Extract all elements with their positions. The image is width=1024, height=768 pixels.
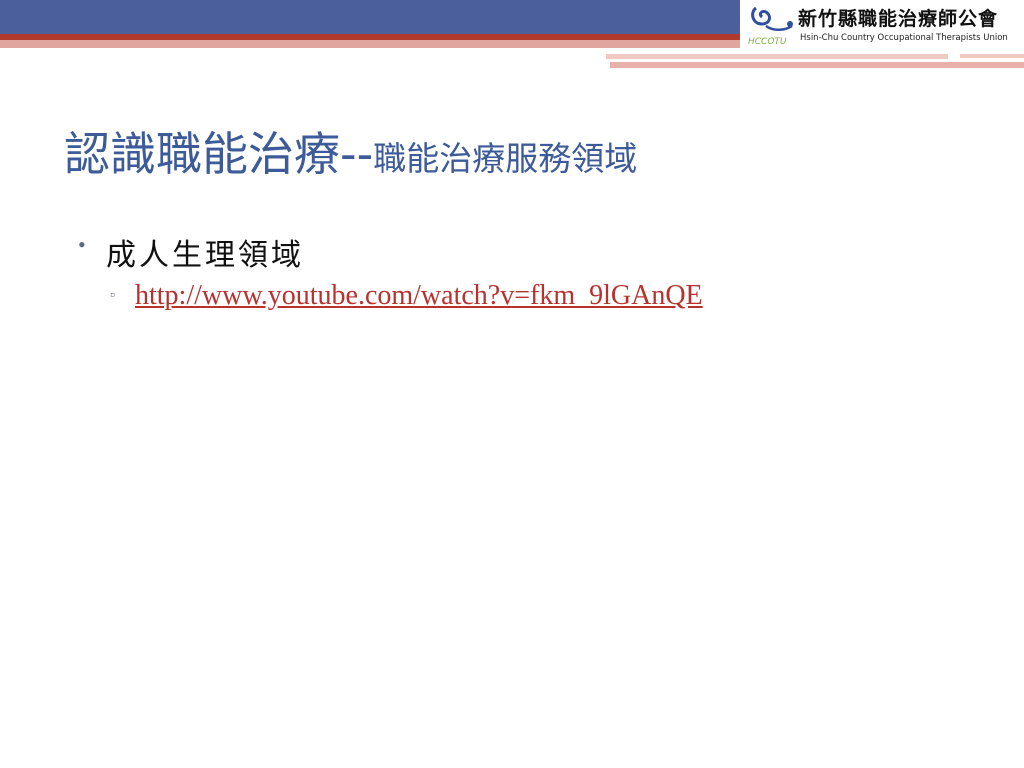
slide-header-decoration: HCCOTU 新竹縣職能治療師公會 Hsin-Chu Country Occup… [0, 0, 1024, 72]
union-logo-icon: HCCOTU [748, 6, 793, 47]
union-name-english: Hsin-Chu Country Occupational Therapists… [800, 33, 1008, 43]
union-name-chinese: 新竹縣職能治療師公會 [798, 8, 999, 30]
svg-text:HCCOTU: HCCOTU [748, 37, 787, 47]
square-bullet-icon: ▫ [110, 288, 115, 303]
sub-bullet-item: ▫ http://www.youtube.com/watch?v=fkm_9lG… [78, 280, 978, 320]
header-pink-stripe [610, 62, 1024, 68]
slide-content: • 成人生理領域 ▫ http://www.youtube.com/watch?… [78, 230, 978, 320]
slide-title-sub: 職能治療服務領域 [373, 139, 638, 178]
youtube-link[interactable]: http://www.youtube.com/watch?v=fkm_9lGAn… [135, 280, 703, 312]
slide-title-main: 認識職能治療-- [64, 127, 374, 181]
header-pink-stripe [960, 54, 1024, 58]
header-red-light-band [0, 40, 740, 48]
union-logo: HCCOTU 新竹縣職能治療師公會 Hsin-Chu Country Occup… [742, 0, 1024, 50]
bullet-dot-icon: • [78, 232, 86, 257]
header-blue-band [0, 0, 740, 34]
header-pink-stripe [606, 54, 948, 59]
bullet-item: • 成人生理領域 [78, 230, 978, 280]
bullet-text: 成人生理領域 [106, 238, 304, 273]
slide-title: 認識職能治療--職能治療服務領域 [64, 118, 964, 184]
